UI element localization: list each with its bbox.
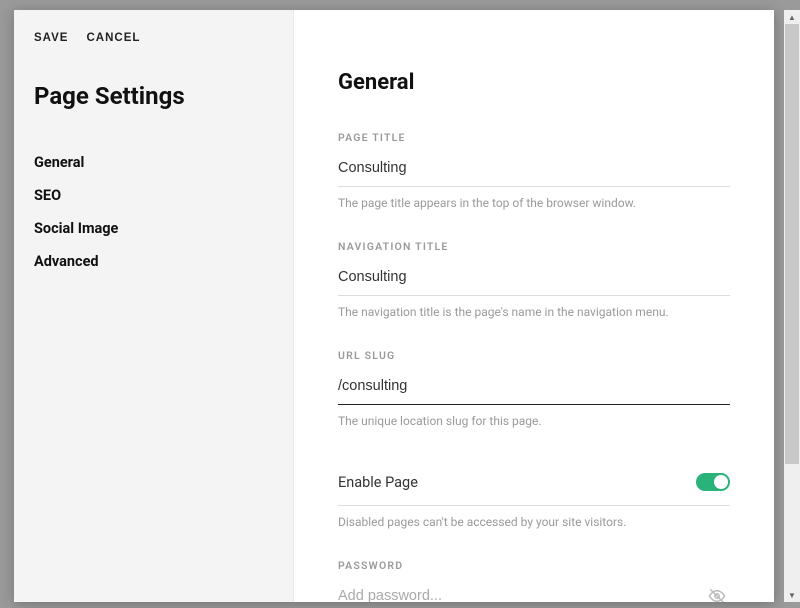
enable-page-row: Enable Page (338, 465, 730, 506)
page-title-input[interactable] (338, 154, 730, 187)
sidebar-nav: General SEO Social Image Advanced (34, 146, 267, 278)
section-heading: General (338, 70, 730, 95)
sidebar-item-general[interactable]: General (34, 146, 267, 179)
enable-page-label: Enable Page (338, 474, 418, 491)
scrollbar-thumb[interactable] (785, 24, 799, 464)
sidebar-item-advanced[interactable]: Advanced (34, 245, 267, 278)
password-field-group: PASSWORD A password is required to see t… (338, 559, 730, 602)
nav-title-help: The navigation title is the page's name … (338, 304, 730, 321)
nav-title-label: NAVIGATION TITLE (338, 240, 730, 253)
url-slug-field-group: URL SLUG The unique location slug for th… (338, 349, 730, 430)
nav-title-input[interactable] (338, 263, 730, 296)
enable-page-help: Disabled pages can't be accessed by your… (338, 514, 730, 531)
password-input[interactable] (338, 582, 704, 602)
sidebar-item-social-image[interactable]: Social Image (34, 212, 267, 245)
url-slug-input[interactable] (338, 372, 730, 405)
nav-title-field-group: NAVIGATION TITLE The navigation title is… (338, 240, 730, 321)
url-slug-label: URL SLUG (338, 349, 730, 362)
page-title-label: PAGE TITLE (338, 131, 730, 144)
topbar: SAVE CANCEL (34, 32, 267, 44)
scroll-up-icon[interactable]: ▲ (784, 10, 800, 24)
visibility-off-icon[interactable] (704, 583, 730, 602)
cancel-button[interactable]: CANCEL (86, 32, 140, 44)
sidebar: SAVE CANCEL Page Settings General SEO So… (14, 10, 294, 602)
page-settings-modal: SAVE CANCEL Page Settings General SEO So… (14, 10, 774, 602)
save-button[interactable]: SAVE (34, 32, 68, 44)
enable-page-field-group: Enable Page Disabled pages can't be acce… (338, 465, 730, 531)
password-label: PASSWORD (338, 559, 730, 572)
sidebar-item-seo[interactable]: SEO (34, 179, 267, 212)
main-panel: General PAGE TITLE The page title appear… (294, 10, 774, 602)
password-row (338, 582, 730, 602)
sidebar-title: Page Settings (34, 82, 267, 110)
enable-page-toggle[interactable] (696, 473, 730, 491)
toggle-knob (714, 475, 728, 489)
scroll-down-icon[interactable]: ▼ (784, 588, 800, 602)
url-slug-help: The unique location slug for this page. (338, 413, 730, 430)
page-title-help: The page title appears in the top of the… (338, 195, 730, 212)
page-title-field-group: PAGE TITLE The page title appears in the… (338, 131, 730, 212)
scrollbar-track[interactable]: ▲ ▼ (784, 10, 800, 602)
